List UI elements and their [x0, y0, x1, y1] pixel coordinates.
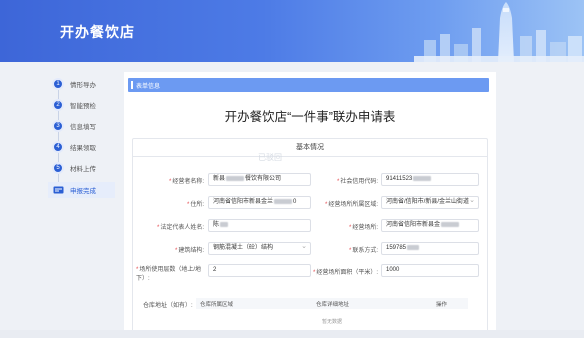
- area-field[interactable]: 1000: [381, 264, 479, 277]
- warehouse-label: 仓库地址（如有）:: [143, 303, 193, 309]
- premises-label: *经营场所:: [348, 225, 378, 231]
- legal-rep-field[interactable]: 陈: [208, 219, 311, 232]
- admin-area-select[interactable]: 河南省/信阳市/新县/金兰山街道: [381, 196, 479, 209]
- admin-area-label: *经营场所所属区域:: [324, 202, 378, 208]
- legal-rep-label: *法定代表人姓名:: [156, 225, 204, 231]
- rejected-watermark: 已驳回: [258, 153, 282, 162]
- step-number: 2: [52, 99, 64, 111]
- step-item-info-fill[interactable]: 3 信息填写: [52, 120, 115, 132]
- operator-name-field[interactable]: 新县 餐饮有限公司: [208, 173, 311, 186]
- address-label: *住所:: [186, 202, 204, 208]
- step-label: 情形导办: [70, 82, 96, 89]
- warehouse-table-header: 仓库所属区域 仓库详细地址 操作: [196, 298, 468, 309]
- step-item-guide[interactable]: 1 情形导办: [52, 78, 115, 90]
- step-label: 结果领取: [70, 145, 96, 152]
- step-number: 3: [52, 120, 64, 132]
- city-skyline-illustration: [414, 2, 584, 62]
- step-label: 智能预检: [70, 103, 96, 110]
- column-header: 操作: [436, 302, 448, 308]
- column-header: 仓库所属区域: [200, 302, 234, 308]
- step-item-material-upload[interactable]: 5 材料上传: [52, 162, 115, 174]
- page-title: 开办餐饮店: [60, 24, 135, 40]
- card-title: 基本情况: [133, 139, 487, 157]
- header-banner: 开办餐饮店: [0, 0, 584, 62]
- step-label: 材料上传: [70, 166, 96, 173]
- step-item-submitted[interactable]: 申报完成: [48, 182, 115, 198]
- building-structure-select[interactable]: 钢筋混凝土（砼）结构: [208, 242, 311, 255]
- step-label: 申报完成: [70, 188, 96, 195]
- empty-table-text: 暂无数据: [321, 319, 342, 325]
- credit-code-field[interactable]: 91411523: [381, 173, 479, 186]
- step-number: 4: [52, 141, 64, 153]
- column-header: 仓库详细地址: [316, 302, 350, 308]
- section-header: 表单信息: [128, 78, 489, 92]
- operator-name-label: *经营者名称:: [168, 179, 204, 185]
- contact-label: *联系方式:: [348, 248, 378, 254]
- step-item-result-pickup[interactable]: 4 结果领取: [52, 141, 115, 153]
- credit-code-label: *社会信用代码:: [336, 179, 378, 185]
- floors-field[interactable]: 2: [208, 264, 311, 277]
- page-bottom-edge: [0, 330, 584, 338]
- step-number: 5: [52, 162, 64, 174]
- area-label: *经营场所面积（平米）:: [312, 270, 378, 276]
- building-structure-label: *建筑结构:: [174, 248, 204, 254]
- contact-field[interactable]: 159785: [381, 242, 479, 255]
- floors-label: *场所使用层数（地上/地下）:: [136, 267, 202, 282]
- step-item-precheck[interactable]: 2 智能预检: [52, 99, 115, 111]
- submitted-card-icon: [52, 185, 64, 195]
- step-sidebar: 1 情形导办 2 智能预检 3 信息填写 4 结果领取 5 材料上传 申报完成: [48, 72, 115, 208]
- form-title: 开办餐饮店“一件事”联办申请表: [224, 110, 396, 124]
- step-label: 信息填写: [70, 124, 96, 131]
- address-field[interactable]: 河南省信阳市新县金兰 0: [208, 196, 311, 209]
- premises-field[interactable]: 河南省信阳市新县金: [381, 219, 479, 232]
- step-number: 1: [52, 78, 64, 90]
- section-title: 表单信息: [136, 84, 161, 90]
